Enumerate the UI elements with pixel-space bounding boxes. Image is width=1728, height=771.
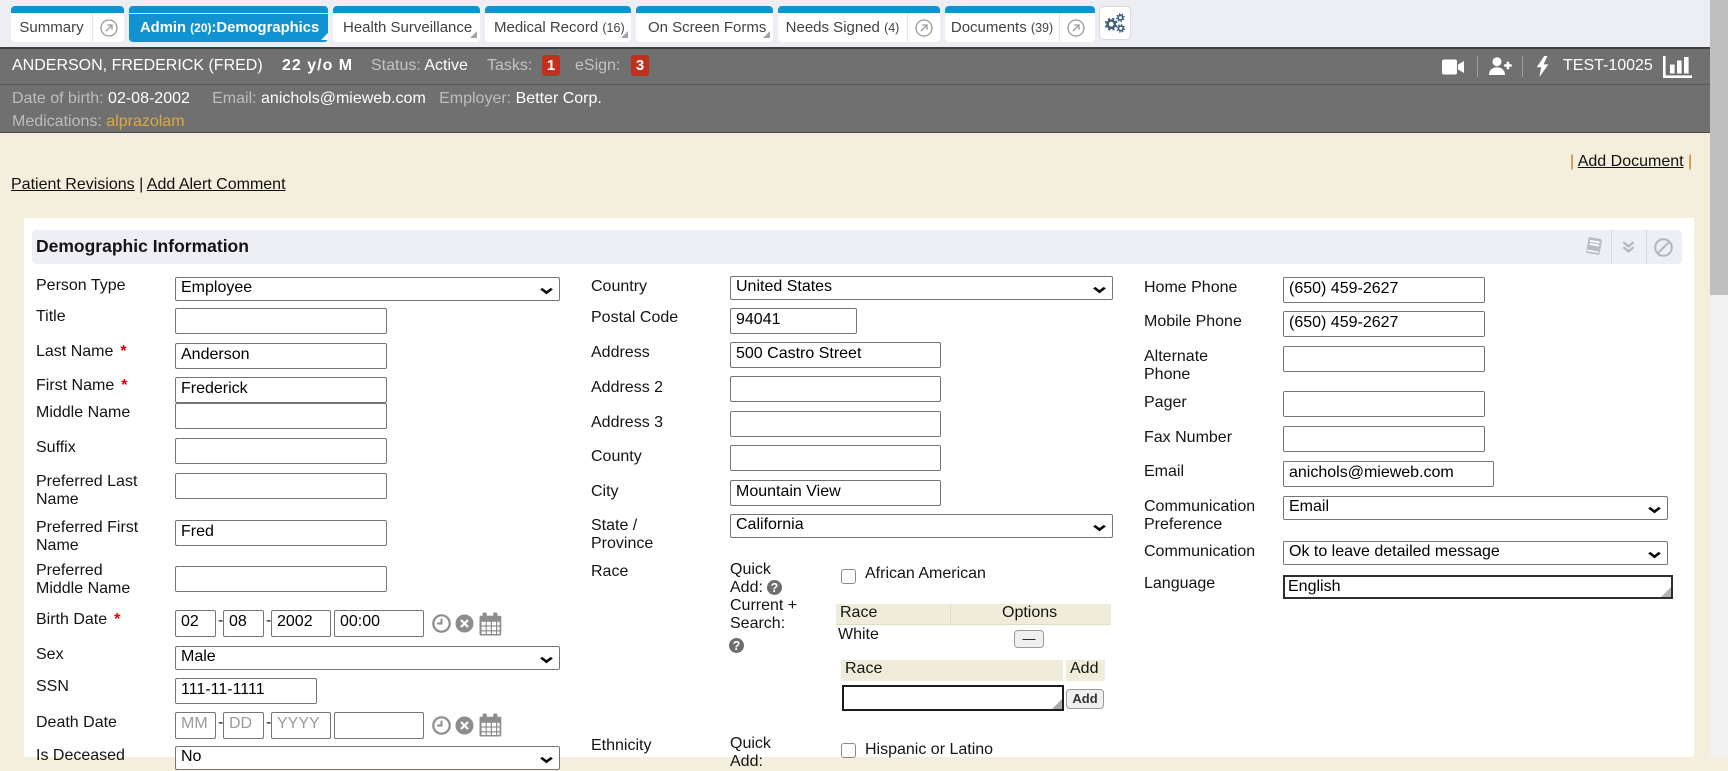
- svg-text:?: ?: [733, 639, 741, 653]
- svg-text:?: ?: [771, 581, 779, 595]
